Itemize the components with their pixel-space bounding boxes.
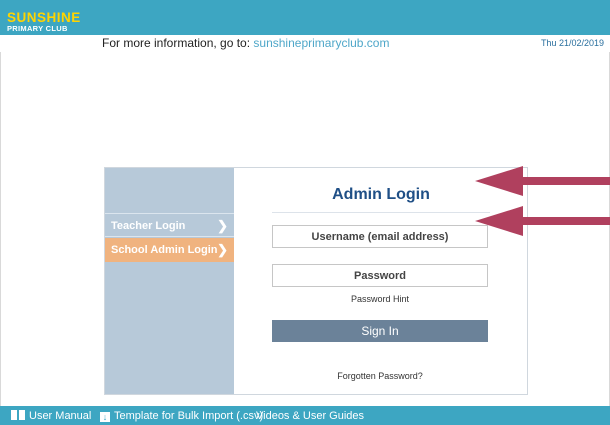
sidebar-item-teacher-login[interactable]: Teacher Login ❯	[105, 213, 234, 237]
info-prefix: For more information, go to:	[102, 36, 254, 50]
bulk-import-template-link[interactable]: ↓ Template for Bulk Import (.csv)	[100, 410, 263, 422]
chevron-right-icon: ❯	[217, 242, 228, 257]
arrow-pointer-username	[475, 166, 610, 196]
sidebar-item-label: School Admin Login	[111, 244, 218, 256]
username-field[interactable]	[272, 225, 488, 248]
admin-login-form: Admin Login Password Hint Sign In Forgot…	[234, 168, 527, 394]
footer-item-label: Template for Bulk Import (.csv)	[114, 410, 264, 422]
arrow-pointer-password	[475, 206, 610, 236]
logo-main-text: SUNSHINE	[7, 10, 81, 25]
website-link[interactable]: sunshineprimaryclub.com	[253, 36, 389, 50]
footer-item-label: Videos & User Guides	[256, 410, 365, 422]
footer-item-label: User Manual	[29, 410, 92, 422]
chevron-right-icon: ❯	[217, 218, 228, 233]
info-message: For more information, go to: sunshinepri…	[102, 36, 389, 50]
sidebar-item-school-admin-login[interactable]: School Admin Login ❯	[105, 238, 234, 262]
info-bar: For more information, go to: sunshinepri…	[0, 35, 610, 52]
book-icon	[11, 410, 25, 420]
password-field[interactable]	[272, 264, 488, 287]
top-banner: SUNSHINE PRIMARY CLUB	[0, 0, 610, 35]
download-icon: ↓	[100, 412, 110, 422]
title-divider	[272, 212, 490, 213]
login-panel: Teacher Login ❯ School Admin Login ❯ Adm…	[104, 167, 528, 395]
user-manual-link[interactable]: User Manual	[11, 410, 97, 422]
footer-bar: User Manual ↓ Template for Bulk Import (.…	[0, 406, 610, 425]
videos-user-guides-link[interactable]: Videos & User Guides	[256, 410, 364, 422]
password-hint-link[interactable]: Password Hint	[272, 294, 488, 304]
current-date: Thu 21/02/2019	[540, 38, 604, 48]
sunshine-logo[interactable]: SUNSHINE PRIMARY CLUB	[7, 11, 81, 32]
forgotten-password-link[interactable]: Forgotten Password?	[272, 371, 488, 381]
sidebar-item-label: Teacher Login	[111, 220, 186, 232]
form-title: Admin Login	[332, 186, 430, 203]
login-type-sidebar: Teacher Login ❯ School Admin Login ❯	[105, 168, 234, 394]
sign-in-button[interactable]: Sign In	[272, 320, 488, 342]
logo-sub-text: PRIMARY CLUB	[7, 23, 68, 33]
